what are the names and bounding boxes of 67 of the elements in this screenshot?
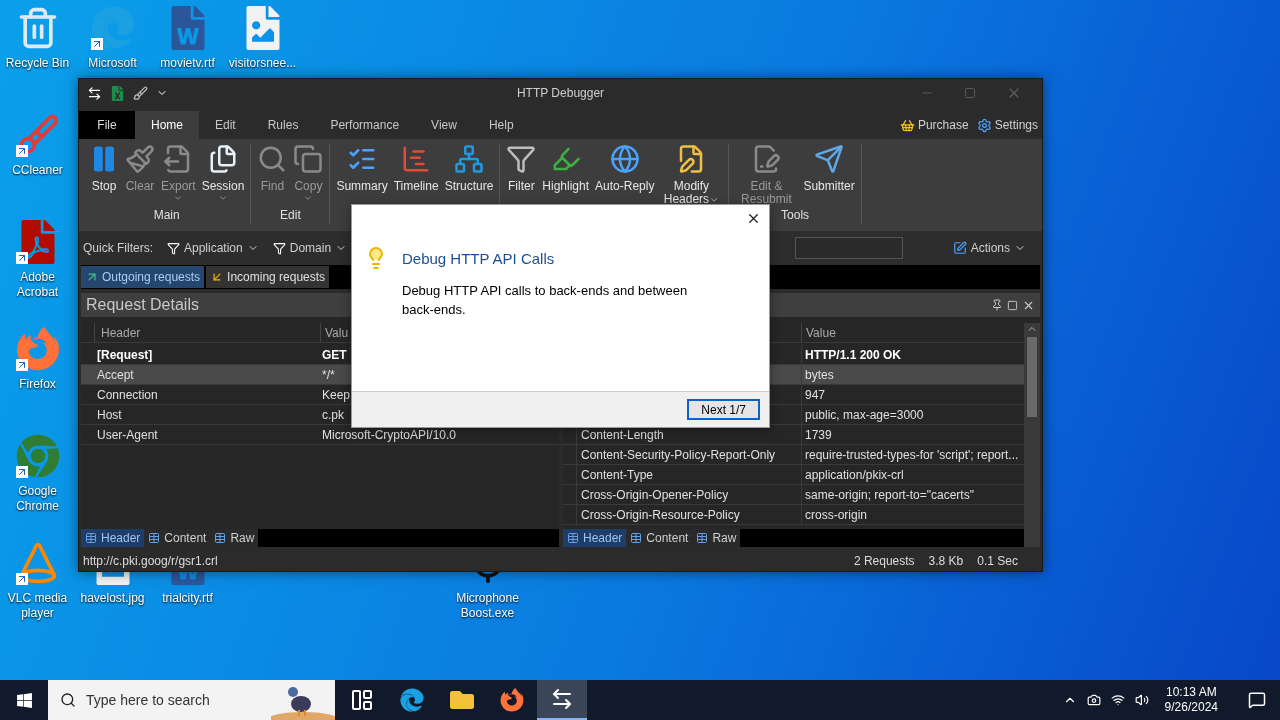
table-row[interactable]: Cross-Origin-Resource-Policy cross-origin bbox=[563, 505, 1024, 525]
table-cell-text: c.pk bbox=[321, 407, 345, 424]
ribbon-button[interactable]: Highlight bbox=[540, 144, 592, 193]
quick-filters-label: Quick Filters: bbox=[83, 240, 153, 257]
ribbon-button[interactable]: Filter bbox=[504, 144, 539, 193]
panel-tab[interactable]: Content bbox=[144, 529, 211, 547]
request-tab[interactable]: Incoming requests bbox=[206, 266, 330, 288]
dialog-title: Debug HTTP API Calls bbox=[402, 249, 556, 269]
status-requests: 2 Requests bbox=[853, 553, 915, 570]
ribbon-tab[interactable]: Home bbox=[135, 111, 199, 139]
ribbon-tab[interactable]: Performance bbox=[314, 111, 416, 139]
ribbon-group-label: Main bbox=[153, 207, 180, 224]
table-cell-text: Connection bbox=[96, 387, 159, 404]
ribbon-button[interactable]: Stop bbox=[87, 144, 121, 193]
filter-dropdown[interactable]: Application bbox=[167, 239, 259, 257]
ribbon-tab[interactable]: Help bbox=[472, 111, 530, 139]
ribbon-button[interactable]: Modify Headers bbox=[658, 144, 725, 206]
window-title: HTTP Debugger bbox=[516, 85, 605, 102]
status-time: 0.1 Sec bbox=[977, 553, 1018, 570]
table-cell-text: Host bbox=[96, 407, 123, 424]
table-cell-text: User-Agent bbox=[96, 427, 159, 444]
status-url: http://c.pki.goog/r/gsr1.crl bbox=[83, 553, 218, 570]
ribbon-button[interactable]: Session bbox=[199, 144, 247, 203]
ribbon-button[interactable]: Auto-Reply bbox=[593, 144, 657, 193]
table-cell: Cross-Origin-Opener-Policy bbox=[576, 485, 801, 504]
column-header[interactable]: Header bbox=[94, 323, 320, 342]
actions-button[interactable]: Actions bbox=[952, 239, 1026, 257]
table-cell-text: */* bbox=[321, 367, 336, 384]
ribbon-button[interactable]: Structure bbox=[442, 144, 496, 193]
panel-tab[interactable]: Header bbox=[81, 529, 145, 547]
dialog-message: Debug HTTP API calls to back-ends and between back-ends. bbox=[402, 281, 689, 319]
ribbon-tab[interactable]: File bbox=[79, 111, 135, 139]
toolbar-link[interactable]: Purchase bbox=[899, 116, 969, 134]
next-button[interactable]: Next 1/7 bbox=[687, 399, 760, 420]
search-placeholder: Type here to search bbox=[86, 690, 210, 710]
table-cell-text: Accept bbox=[96, 367, 135, 384]
ribbon-group-label: Tools bbox=[781, 207, 810, 224]
table-cell-text: [Request] bbox=[96, 347, 154, 364]
toolbar-link[interactable]: Settings bbox=[976, 116, 1038, 134]
panel-tab[interactable]: Raw bbox=[692, 529, 741, 547]
ribbon-tab[interactable]: Edit bbox=[199, 111, 252, 139]
clock-time[interactable]: 10:13 AM bbox=[1165, 685, 1217, 700]
table-row[interactable]: Content-Security-Policy-Report-Only require-trusted-types-for 'script'; report... bbox=[563, 445, 1024, 465]
filter-dropdown[interactable]: Domain bbox=[272, 239, 348, 257]
status-size: 3.8 Kb bbox=[928, 553, 964, 570]
desktop-icon-label[interactable]: Microphone Boost.exe bbox=[450, 591, 525, 621]
ribbon-tab[interactable]: Rules bbox=[251, 111, 315, 139]
table-cell: Content-Security-Policy-Report-Only bbox=[576, 445, 801, 464]
panel-tab[interactable]: Raw bbox=[210, 529, 259, 547]
table-cell-text: GET bbox=[321, 347, 348, 364]
ribbon-button[interactable]: Summary bbox=[334, 144, 390, 193]
search-field[interactable]: Type here to search bbox=[48, 680, 335, 720]
panel-tab[interactable]: Content bbox=[626, 529, 693, 547]
ribbon-group-label: Edit bbox=[280, 207, 301, 224]
table-row[interactable]: Cross-Origin-Opener-Policy same-origin; report-to="cacerts" bbox=[563, 485, 1024, 505]
table-cell: Cross-Origin-Resource-Policy bbox=[576, 505, 801, 524]
ribbon-button[interactable]: Submitter bbox=[801, 144, 857, 193]
panel-title: Request Details bbox=[86, 295, 199, 315]
request-tab[interactable]: Outgoing requests bbox=[81, 266, 205, 288]
table-cell: Content-Type bbox=[576, 465, 801, 484]
ribbon-button[interactable]: Timeline bbox=[391, 144, 441, 193]
table-row[interactable]: Content-Type application/pkix-crl bbox=[563, 465, 1024, 485]
ribbon-tab[interactable]: View bbox=[415, 111, 473, 139]
clock-date[interactable]: 9/26/2024 bbox=[1164, 700, 1218, 715]
table-cell-text: Keep bbox=[321, 387, 352, 404]
table-cell-text: Microsoft-CryptoAPI/10.0 bbox=[321, 427, 458, 444]
panel-tab[interactable]: Header bbox=[563, 529, 627, 547]
